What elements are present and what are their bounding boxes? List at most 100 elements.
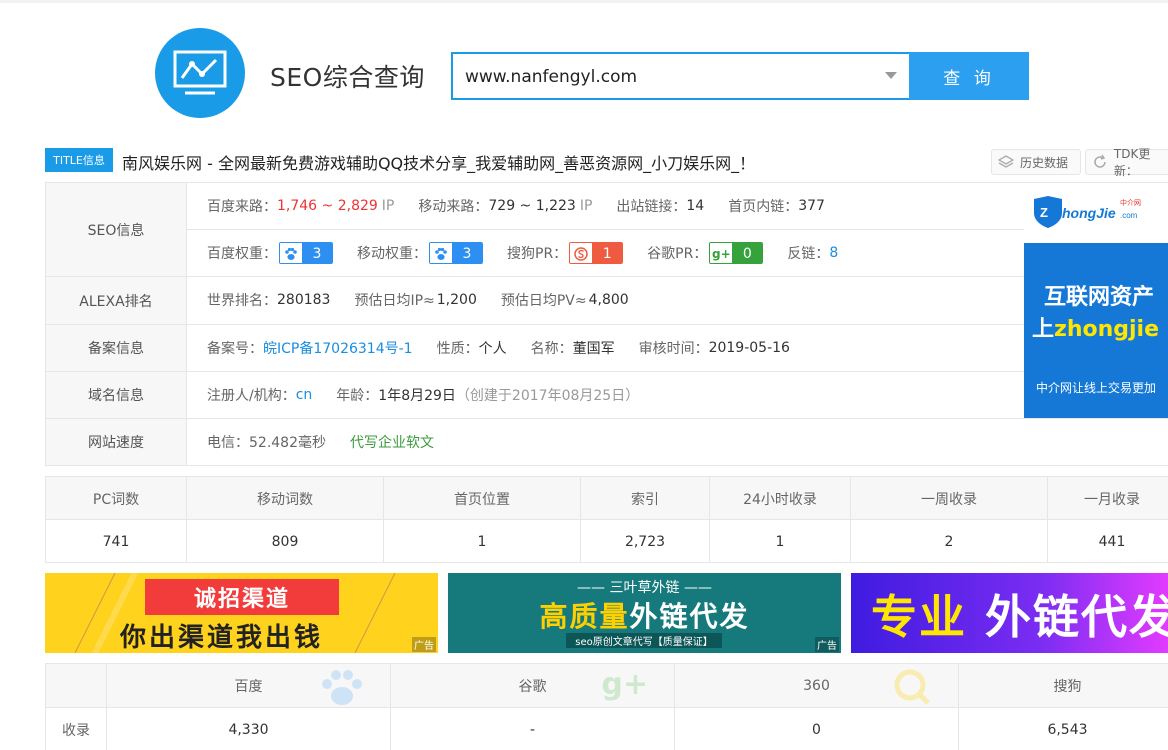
stats-header-mobile-words: 移动词数 [187, 477, 384, 520]
zhongjie-ad-header: Z hongJie .com 中介网 [1024, 183, 1168, 243]
outlinks-label: 出站链接： [616, 199, 687, 215]
index-header-360-label: 360 [803, 678, 830, 694]
icp-line: 备案号： 皖ICP备17026314号-1 性质： 个人 名称： 董国军 审核时… [207, 325, 814, 371]
search-button[interactable]: 查 询 [909, 52, 1029, 100]
baidu-weight-badge[interactable]: 3 [279, 242, 333, 264]
age-label: 年龄： [336, 388, 379, 404]
ip-unit: IP [579, 198, 593, 214]
paw-icon [430, 243, 452, 263]
page-title: SEO综合查询 [270, 63, 425, 92]
info-table: SEO信息 百度来路： 1,746 ~ 2,829 IP 移动来路： 729 ~… [45, 182, 1168, 466]
zhongjie-ad-line2-highlight: zhongjie [1054, 317, 1160, 342]
tdk-update-button[interactable]: TDK更新： [1085, 147, 1168, 178]
search-input[interactable] [465, 66, 865, 88]
refresh-icon [1094, 154, 1106, 168]
index-value-google: - [391, 708, 675, 750]
daily-ip-label: 预估日均IP≈ [354, 293, 435, 309]
google-plus-icon: g+ [601, 667, 648, 702]
zhongjie-ad-line1: 互联网资产 [1044, 285, 1155, 310]
daily-pv-label: 预估日均PV≈ [500, 293, 587, 309]
zhongjie-ad[interactable]: Z hongJie .com 中介网 互联网资产 上zhongjie 中介网让线… [1024, 183, 1168, 418]
tdk-update-label: TDK更新： [1113, 147, 1151, 178]
stats-header-home-position: 首页位置 [384, 477, 581, 520]
stats-value-month[interactable]: 441 [1048, 520, 1168, 563]
seo-weight-line: 百度权重： 3 移动权重： 3 搜狗PR： 1 谷歌PR： g+ 0 反链： 8 [207, 230, 838, 276]
alexa-label: ALEXA排名 [46, 277, 187, 324]
stats-header-index: 索引 [581, 477, 710, 520]
google-pr-value: 0 [732, 243, 763, 263]
sogou-pr-badge[interactable]: 1 [569, 242, 624, 264]
index-row-label: 收录 [46, 708, 107, 750]
baidu-weight-label: 百度权重： [207, 246, 277, 262]
outlinks-value[interactable]: 14 [686, 198, 704, 214]
stack-icon [998, 155, 1014, 168]
promo-link[interactable]: 代写企业软文 [350, 432, 434, 452]
chart-monitor-icon [173, 50, 227, 95]
top-border [0, 0, 1168, 3]
banner2-headline: 高质量外链代发 [448, 595, 841, 635]
banner-pro-backlink[interactable]: 专业 外链代发 [851, 573, 1168, 653]
zhongjie-logo-icon: Z hongJie .com 中介网 [1034, 196, 1141, 228]
domain-row: 域名信息 注册人/机构： cn 年龄： 1年8月29日 （创建于2017年08月… [45, 372, 1168, 419]
history-data-button[interactable]: 历史数据 [991, 149, 1081, 175]
index-header-baidu-label: 百度 [234, 679, 263, 695]
stats-value-week[interactable]: 2 [851, 520, 1048, 563]
world-rank-value: 280183 [277, 292, 331, 308]
stats-value-index[interactable]: 2,723 [581, 520, 710, 563]
alexa-line: 世界排名： 280183 预估日均IP≈ 1,200 预估日均PV≈ 4,800 [207, 277, 653, 323]
index-header-corner [46, 664, 107, 708]
google-pr-label: 谷歌PR： [647, 246, 708, 262]
backlinks-link[interactable]: 8 [829, 245, 838, 261]
index-value-360[interactable]: 0 [675, 708, 959, 750]
mobile-weight-value: 3 [452, 243, 482, 263]
registrant-link[interactable]: cn [296, 387, 313, 403]
zhongjie-ad-line2: 上zhongjie [1032, 311, 1159, 343]
telecom-speed: 电信：52.482毫秒 [207, 435, 326, 451]
index-header-baidu: 百度 [107, 664, 391, 708]
mobile-weight-badge[interactable]: 3 [429, 242, 483, 264]
inlinks-label: 首页内链： [728, 199, 799, 215]
index-value-baidu[interactable]: 4,330 [107, 708, 391, 750]
stats-value-mobile-words[interactable]: 809 [187, 520, 384, 563]
google-pr-badge[interactable]: g+ 0 [709, 242, 764, 264]
index-value-row: 收录 4,330 - 0 6,543 [46, 708, 1168, 750]
search-box[interactable] [451, 52, 911, 100]
index-header-sogou: 搜狗 [959, 664, 1168, 708]
seo-info-row: SEO信息 百度来路： 1,746 ~ 2,829 IP 移动来路： 729 ~… [45, 183, 1168, 277]
seo-traffic-line: 百度来路： 1,746 ~ 2,829 IP 移动来路： 729 ~ 1,223… [207, 183, 849, 229]
banner3-headline: 专业 外链代发 [871, 581, 1168, 647]
dropdown-caret-icon[interactable] [885, 72, 897, 79]
index-header-google-label: 谷歌 [518, 679, 547, 695]
svg-text:.com: .com [1120, 211, 1138, 220]
speed-label: 网站速度 [46, 419, 187, 465]
banner-backlink-service[interactable]: —— 三叶草外链 —— 高质量外链代发 seo原创文章代写【质量保证】 广告 [448, 573, 841, 653]
stats-value-home-position[interactable]: 1 [384, 520, 581, 563]
stats-header-week: 一周收录 [851, 477, 1048, 520]
icp-name-label: 名称： [530, 341, 573, 357]
paw-icon [280, 243, 302, 263]
stats-header-month: 一月收录 [1084, 491, 1140, 508]
speed-line: 电信：52.482毫秒 代写企业软文 [207, 419, 434, 465]
inlinks-value[interactable]: 377 [798, 198, 825, 214]
banner2-headline-highlight: 高质量 [539, 600, 630, 633]
icp-audit-label: 审核时间： [638, 341, 709, 357]
svg-text:hongJie: hongJie [1062, 205, 1116, 221]
banner2-headline-rest: 外链代发 [629, 600, 750, 633]
banner1-subline: 你出渠道我出钱 [120, 623, 324, 653]
history-data-label: 历史数据 [1020, 155, 1069, 170]
domain-line: 注册人/机构： cn 年龄： 1年8月29日 （创建于2017年08月25日） [207, 372, 639, 418]
svg-text:中介网: 中介网 [1120, 198, 1141, 207]
svg-text:Z: Z [1040, 205, 1048, 220]
site-logo[interactable] [155, 28, 245, 118]
banner-channel-recruit[interactable]: 诚招渠道 你出渠道我出钱 广告 [45, 573, 438, 653]
index-header-google: 谷歌 g+ [391, 664, 675, 708]
icp-no-link[interactable]: 皖ICP备17026314号-1 [263, 338, 413, 358]
index-value-sogou[interactable]: 6,543 [959, 708, 1168, 750]
stats-value-24h[interactable]: 1 [710, 520, 851, 563]
stats-header-pc-words: PC词数 [46, 477, 187, 520]
created-date: （创建于2017年08月25日） [455, 388, 640, 404]
ip-unit: IP [381, 198, 395, 214]
world-rank-label: 世界排名： [207, 293, 277, 309]
daily-pv-value: 4,800 [588, 292, 629, 308]
stats-value-pc-words[interactable]: 741 [46, 520, 187, 563]
